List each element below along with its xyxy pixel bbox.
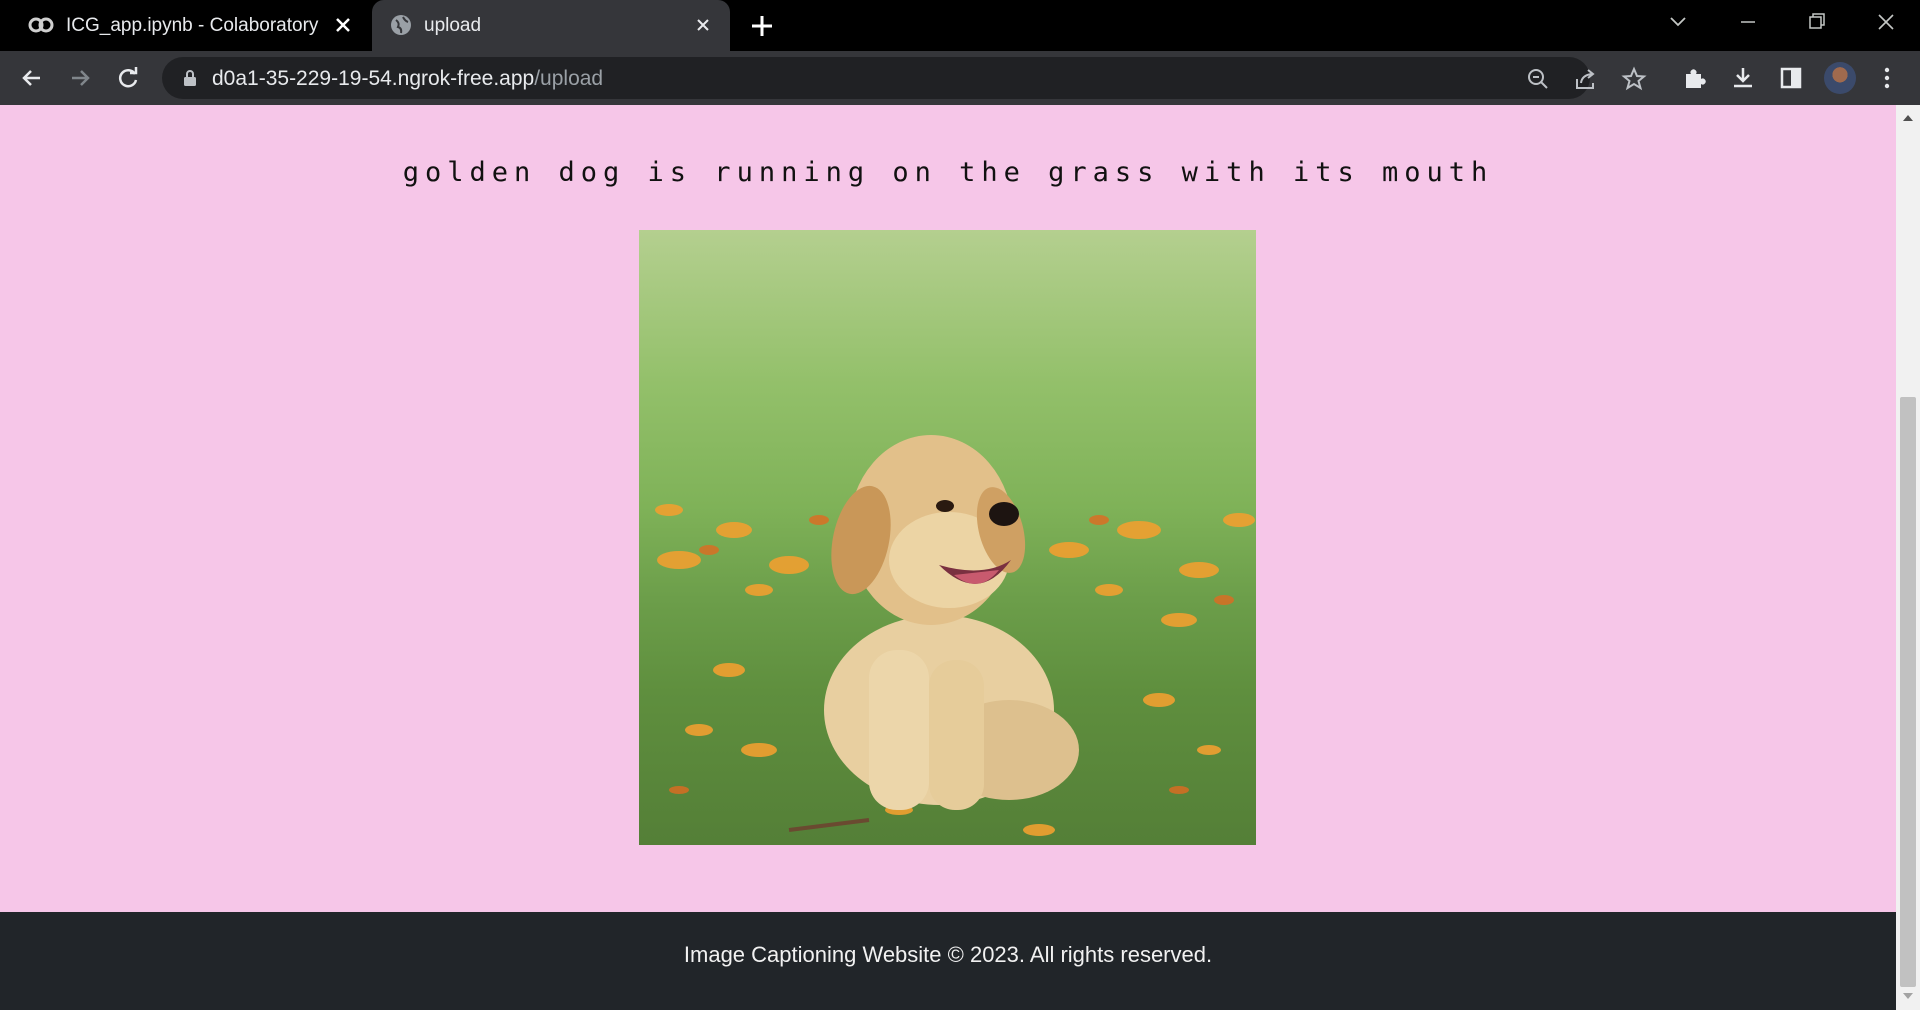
tab-strip: ICG_app.ipynb - Colaboratory upload — [0, 0, 1920, 51]
scroll-up-arrow-icon[interactable] — [1902, 113, 1914, 123]
generated-caption: golden dog is running on the grass with … — [402, 157, 1494, 188]
puppy-illustration — [655, 435, 1255, 836]
restore-icon[interactable] — [1796, 8, 1836, 36]
tab-colab[interactable]: ICG_app.ipynb - Colaboratory — [0, 0, 370, 51]
page-scrollbar[interactable] — [1896, 105, 1920, 1010]
minimize-icon[interactable] — [1728, 8, 1768, 36]
footer-copyright: Image Captioning Website © 2023. All rig… — [683, 942, 1213, 967]
address-bar[interactable]: d0a1-35-229-19-54.ngrok-free.app/upload — [162, 57, 1647, 99]
bookmark-star-icon[interactable] — [1620, 65, 1648, 93]
url-host: d0a1-35-229-19-54.ngrok-free.app — [212, 67, 535, 90]
colab-icon — [28, 17, 54, 33]
url-path: /upload — [534, 67, 604, 90]
lock-icon[interactable] — [182, 69, 198, 87]
tab-title: ICG_app.ipynb - Colaboratory — [66, 15, 319, 36]
tab-upload[interactable]: upload — [372, 0, 730, 51]
menu-kebab-icon[interactable] — [1873, 64, 1901, 92]
download-icon[interactable] — [1729, 64, 1757, 92]
forward-icon[interactable] — [66, 64, 94, 92]
extensions-icon[interactable] — [1681, 64, 1709, 92]
close-icon[interactable] — [690, 12, 716, 38]
share-icon[interactable] — [1572, 65, 1600, 93]
side-panel-icon[interactable] — [1777, 64, 1805, 92]
uploaded-image — [639, 230, 1256, 845]
tab-search-icon[interactable] — [1658, 8, 1698, 36]
url-text[interactable]: d0a1-35-229-19-54.ngrok-free.app/upload — [212, 67, 603, 91]
new-tab-icon[interactable] — [748, 12, 776, 40]
page-content: golden dog is running on the grass with … — [0, 105, 1896, 1010]
back-icon[interactable] — [18, 64, 46, 92]
globe-icon — [391, 15, 411, 35]
tab-title: upload — [424, 15, 482, 36]
close-window-icon[interactable] — [1866, 8, 1906, 36]
footer: Image Captioning Website © 2023. All rig… — [0, 912, 1896, 1010]
reload-icon[interactable] — [114, 64, 142, 92]
profile-avatar[interactable] — [1824, 62, 1856, 94]
browser-toolbar: d0a1-35-229-19-54.ngrok-free.app/upload — [0, 51, 1920, 105]
close-icon[interactable] — [330, 12, 356, 38]
scroll-down-arrow-icon[interactable] — [1902, 991, 1914, 1001]
zoom-out-icon[interactable] — [1524, 65, 1552, 93]
scrollbar-thumb[interactable] — [1900, 397, 1916, 987]
